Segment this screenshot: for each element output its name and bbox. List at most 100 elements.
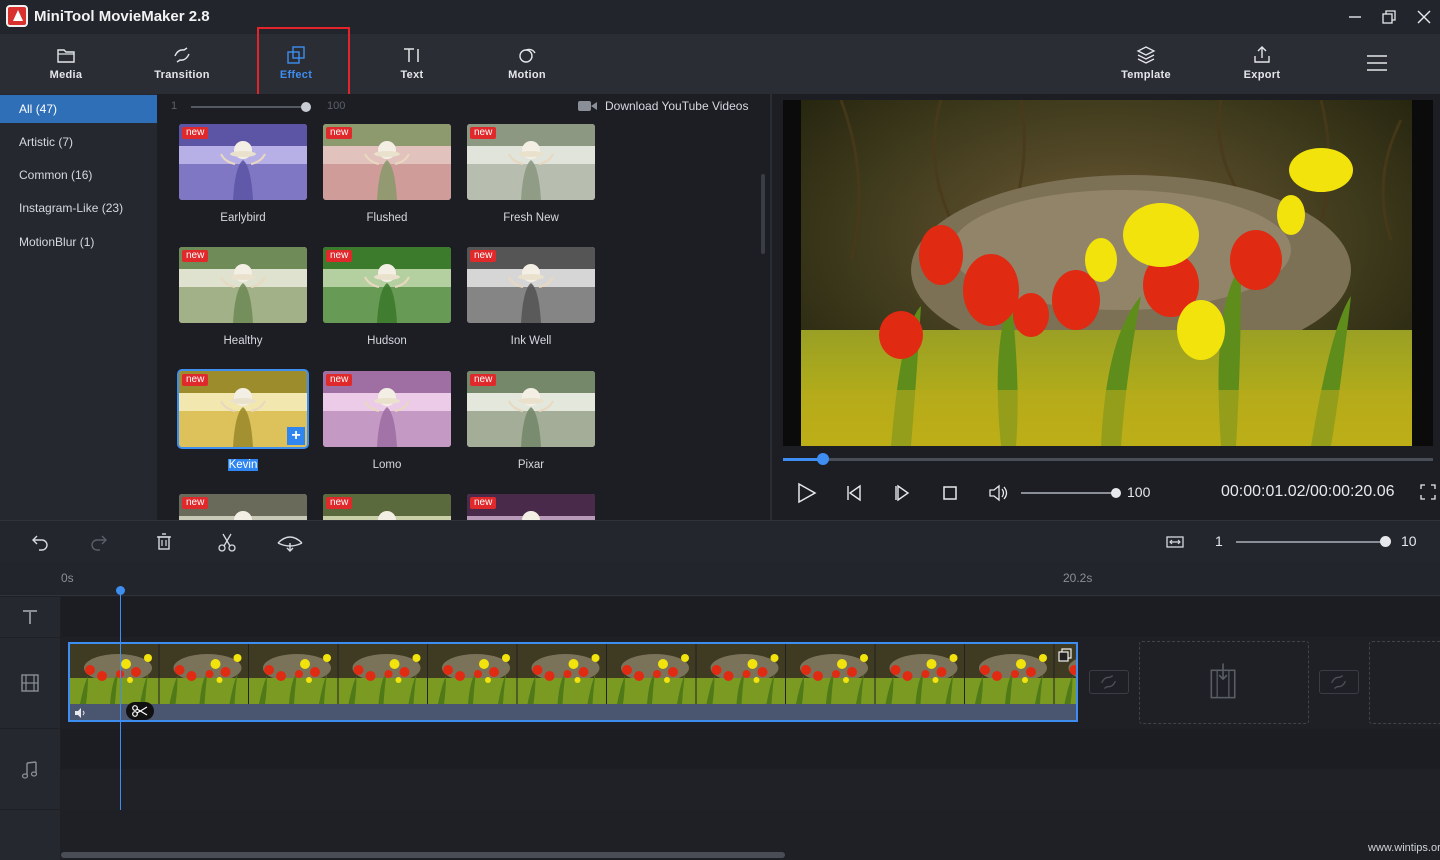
category-artistic[interactable]: Artistic (7) bbox=[0, 128, 157, 156]
effect-thumbnail[interactable]: new bbox=[179, 124, 307, 200]
transition-slot[interactable] bbox=[1319, 670, 1359, 694]
tool-template-button[interactable]: Template bbox=[1101, 34, 1191, 94]
text-track[interactable] bbox=[61, 597, 1440, 637]
effect-thumbnail[interactable]: new bbox=[323, 124, 451, 200]
effect-label-text: Flushed bbox=[367, 212, 408, 224]
app-title: MiniTool MovieMaker 2.8 bbox=[34, 8, 210, 25]
app-logo-icon bbox=[6, 5, 28, 27]
hamburger-menu-icon[interactable] bbox=[1365, 51, 1389, 75]
effect-highlight-annotation bbox=[257, 27, 350, 102]
layers-icon bbox=[1135, 44, 1157, 66]
zoom-max-label: 10 bbox=[1401, 533, 1417, 549]
category-count: (7) bbox=[58, 135, 73, 149]
effect-thumbnail[interactable]: new bbox=[179, 494, 307, 520]
previous-frame-icon[interactable] bbox=[841, 480, 867, 506]
track-header-spacer bbox=[0, 810, 60, 860]
effect-label-text: Kevin bbox=[228, 459, 259, 471]
category-list: All (47) Artistic (7) Common (16) Instag… bbox=[0, 94, 157, 520]
tool-transition-button[interactable]: Transition bbox=[137, 34, 227, 94]
effect-label: Flushed bbox=[323, 212, 451, 224]
new-badge: new bbox=[182, 127, 208, 139]
tool-label: Template bbox=[1101, 69, 1191, 81]
title-bar: MiniTool MovieMaker 2.8 bbox=[0, 0, 1440, 34]
slider-track[interactable] bbox=[191, 106, 306, 108]
timeline-toolbar: 1 10 bbox=[0, 520, 1440, 562]
fullscreen-icon[interactable] bbox=[1420, 484, 1436, 500]
effect-thumbnail[interactable]: new bbox=[323, 371, 451, 447]
category-name: MotionBlur bbox=[19, 235, 76, 249]
effect-thumbnail[interactable]: new bbox=[467, 494, 595, 520]
volume-slider[interactable] bbox=[1021, 492, 1115, 494]
redo-icon[interactable] bbox=[89, 531, 111, 553]
zoom-knob[interactable] bbox=[1380, 536, 1391, 547]
clip-volume-icon[interactable] bbox=[74, 707, 86, 719]
text-track-header bbox=[0, 597, 60, 637]
effect-label: Fresh New bbox=[467, 212, 595, 224]
video-clip[interactable] bbox=[68, 642, 1078, 722]
scissors-icon[interactable] bbox=[216, 531, 238, 553]
playhead[interactable] bbox=[120, 590, 121, 810]
new-badge: new bbox=[182, 250, 208, 262]
ruler-end-label: 20.2s bbox=[1063, 571, 1092, 585]
thumbnail-size-slider[interactable]: 1 100 Download YouTube Videos bbox=[157, 94, 770, 120]
music-track-2[interactable] bbox=[61, 770, 1440, 810]
add-effect-button[interactable]: + bbox=[287, 427, 305, 445]
tool-media-button[interactable]: Media bbox=[21, 34, 111, 94]
category-instagram-like[interactable]: Instagram-Like (23) bbox=[0, 194, 157, 222]
new-badge: new bbox=[182, 497, 208, 509]
grid-scrollbar[interactable] bbox=[761, 174, 765, 254]
volume-knob[interactable] bbox=[1111, 488, 1121, 498]
tool-label: Text bbox=[367, 69, 457, 81]
restore-icon[interactable] bbox=[1378, 6, 1400, 28]
effect-thumbnail[interactable]: new + bbox=[179, 371, 307, 447]
undo-icon[interactable] bbox=[28, 531, 50, 553]
effect-thumbnail[interactable]: new bbox=[467, 124, 595, 200]
timeline: 0s 20.2s bbox=[0, 562, 1440, 860]
category-common[interactable]: Common (16) bbox=[0, 161, 157, 189]
slider-knob[interactable] bbox=[301, 102, 311, 112]
stop-icon[interactable] bbox=[937, 480, 963, 506]
play-icon[interactable] bbox=[793, 480, 819, 506]
download-youtube-link[interactable]: Download YouTube Videos bbox=[577, 99, 748, 113]
tool-export-button[interactable]: Export bbox=[1217, 34, 1307, 94]
tool-motion-button[interactable]: Motion bbox=[482, 34, 572, 94]
delete-icon[interactable] bbox=[153, 531, 175, 553]
music-track[interactable] bbox=[61, 729, 1440, 769]
progress-knob[interactable] bbox=[817, 453, 829, 465]
effect-thumbnail[interactable]: new bbox=[323, 494, 451, 520]
time-ruler[interactable]: 0s 20.2s bbox=[0, 562, 1440, 596]
split-scissors-icon[interactable] bbox=[126, 702, 154, 720]
empty-clip-slot[interactable] bbox=[1369, 641, 1440, 724]
playback-progress-bar[interactable] bbox=[783, 458, 1433, 461]
close-icon[interactable] bbox=[1413, 6, 1435, 28]
fit-timeline-icon[interactable] bbox=[1164, 531, 1186, 553]
effect-thumbnail[interactable]: new bbox=[179, 247, 307, 323]
volume-value: 100 bbox=[1127, 484, 1150, 500]
tool-text-button[interactable]: Text bbox=[367, 34, 457, 94]
effect-label: Earlybird bbox=[179, 212, 307, 224]
effect-grid-panel: 1 100 Download YouTube Videos new Earlybi… bbox=[157, 94, 770, 520]
export-icon bbox=[1251, 44, 1273, 66]
new-badge: new bbox=[182, 374, 208, 386]
empty-clip-slot[interactable] bbox=[1139, 641, 1309, 724]
minimize-icon[interactable] bbox=[1344, 6, 1366, 28]
category-all[interactable]: All (47) bbox=[0, 95, 157, 123]
category-name: Instagram-Like bbox=[19, 201, 98, 215]
transition-slot[interactable] bbox=[1089, 670, 1129, 694]
effect-thumbnail[interactable]: new bbox=[467, 247, 595, 323]
volume-icon[interactable] bbox=[985, 480, 1011, 506]
video-camera-icon bbox=[577, 99, 599, 113]
effect-thumbnail[interactable]: new bbox=[467, 371, 595, 447]
effect-label-text: Earlybird bbox=[220, 212, 265, 224]
effect-thumbnail[interactable]: new bbox=[323, 247, 451, 323]
next-frame-icon[interactable] bbox=[889, 480, 915, 506]
category-count: (1) bbox=[80, 235, 95, 249]
zoom-slider[interactable] bbox=[1236, 541, 1386, 543]
audio-split-icon[interactable] bbox=[276, 531, 304, 553]
category-count: (47) bbox=[36, 102, 57, 116]
copy-icon[interactable] bbox=[1058, 648, 1072, 662]
category-motionblur[interactable]: MotionBlur (1) bbox=[0, 228, 157, 256]
tool-label: Media bbox=[21, 69, 111, 81]
timeline-scrollbar[interactable] bbox=[61, 852, 785, 858]
ruler-start-label: 0s bbox=[61, 571, 74, 585]
